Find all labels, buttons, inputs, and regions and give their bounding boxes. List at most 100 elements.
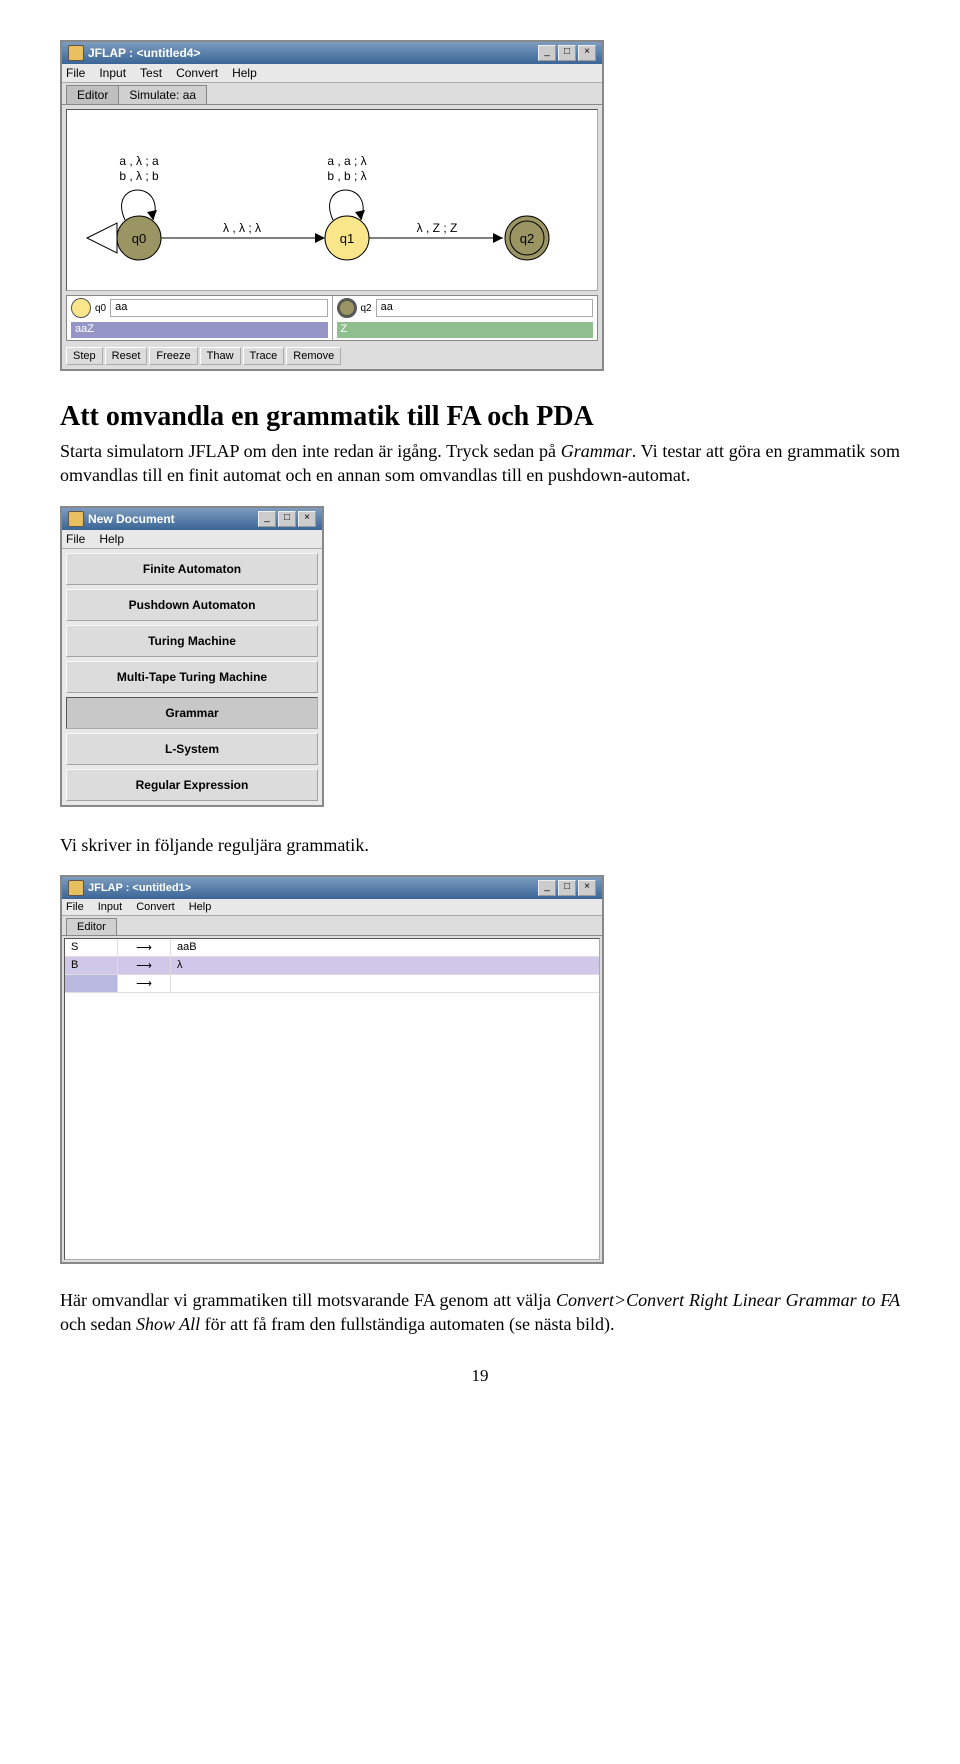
jflap-sim-window: JFLAP : <untitled4> _ □ × File Input Tes… — [60, 40, 604, 371]
menu-help[interactable]: Help — [99, 532, 124, 546]
newdoc-button-list: Finite Automaton Pushdown Automaton Turi… — [62, 549, 322, 805]
para3-d-ital: Show All — [136, 1314, 200, 1334]
page-number: 19 — [60, 1366, 900, 1386]
sim-cell-right[interactable]: q2 aa Z — [333, 296, 598, 340]
close-button[interactable]: × — [298, 511, 316, 527]
window-controls: _ □ × — [258, 511, 316, 527]
section-heading: Att omvandla en grammatik till FA och PD… — [60, 401, 900, 433]
new-document-window: New Document _ □ × File Help Finite Auto… — [60, 506, 324, 807]
window-title: JFLAP : <untitled4> — [88, 46, 534, 60]
svg-text:a , λ ; a: a , λ ; a — [119, 154, 159, 168]
menu-file[interactable]: File — [66, 901, 84, 913]
menu-convert[interactable]: Convert — [136, 901, 175, 913]
sim-button-row: Step Reset Freeze Thaw Trace Remove — [62, 343, 602, 369]
tabbar: Editor — [62, 916, 602, 936]
btn-regular-expression[interactable]: Regular Expression — [66, 769, 318, 801]
menu-file[interactable]: File — [66, 532, 85, 546]
svg-text:λ , λ ; λ: λ , λ ; λ — [223, 221, 261, 235]
maximize-button[interactable]: □ — [278, 511, 296, 527]
grammar-rhs[interactable]: λ — [171, 957, 599, 974]
paragraph-2: Vi skriver in följande reguljära grammat… — [60, 833, 900, 857]
sim-state-icon — [71, 298, 91, 318]
close-button[interactable]: × — [578, 45, 596, 61]
svg-text:b , b ; λ: b , b ; λ — [327, 169, 366, 183]
para1-b-ital: Grammar — [561, 441, 632, 461]
svg-text:b , λ ; b: b , λ ; b — [119, 169, 159, 183]
minimize-button[interactable]: _ — [538, 880, 556, 896]
sim-state-label: q2 — [361, 303, 372, 314]
freeze-button[interactable]: Freeze — [149, 347, 197, 365]
remove-button[interactable]: Remove — [286, 347, 341, 365]
window-controls: _ □ × — [538, 880, 596, 896]
grammar-rhs[interactable] — [171, 975, 599, 992]
minimize-button[interactable]: _ — [538, 45, 556, 61]
window-controls: _ □ × — [538, 45, 596, 61]
sim-state-label: q0 — [95, 303, 106, 314]
titlebar[interactable]: New Document _ □ × — [62, 508, 322, 530]
sim-stack: aaZ — [71, 322, 328, 338]
titlebar[interactable]: JFLAP : <untitled1> _ □ × — [62, 877, 602, 899]
menu-test[interactable]: Test — [140, 66, 162, 80]
btn-l-system[interactable]: L-System — [66, 733, 318, 765]
para3-e: för att få fram den fullständiga automat… — [200, 1314, 614, 1334]
para3-a: Här omvandlar vi grammatiken till motsva… — [60, 1290, 556, 1310]
para3-b-ital: Convert>Convert Right Linear Grammar to … — [556, 1290, 900, 1310]
grammar-arrow: ⟶ — [118, 957, 171, 974]
grammar-row[interactable]: B ⟶ λ — [65, 957, 599, 975]
paragraph-1: Starta simulatorn JFLAP om den inte reda… — [60, 439, 900, 488]
grammar-arrow: ⟶ — [118, 975, 171, 992]
reset-button[interactable]: Reset — [105, 347, 148, 365]
svg-text:q0: q0 — [132, 231, 146, 246]
thaw-button[interactable]: Thaw — [200, 347, 241, 365]
sim-state-icon — [337, 298, 357, 318]
sim-tape: aa — [376, 299, 593, 317]
minimize-button[interactable]: _ — [258, 511, 276, 527]
close-button[interactable]: × — [578, 880, 596, 896]
window-title: JFLAP : <untitled1> — [88, 882, 534, 894]
svg-text:a , a ; λ: a , a ; λ — [327, 154, 366, 168]
grammar-rhs[interactable]: aaB — [171, 939, 599, 956]
menu-file[interactable]: File — [66, 66, 85, 80]
automaton-canvas[interactable]: q0 a , λ ; a b , λ ; b λ , λ ; λ q1 a , … — [66, 109, 598, 291]
menubar: File Input Test Convert Help — [62, 64, 602, 83]
menu-input[interactable]: Input — [98, 901, 122, 913]
btn-grammar[interactable]: Grammar — [66, 697, 318, 729]
sim-cell-left[interactable]: q0 aa aaZ — [67, 296, 333, 340]
grammar-lhs[interactable] — [65, 975, 118, 992]
maximize-button[interactable]: □ — [558, 880, 576, 896]
titlebar[interactable]: JFLAP : <untitled4> _ □ × — [62, 42, 602, 64]
trace-button[interactable]: Trace — [243, 347, 285, 365]
svg-text:q1: q1 — [340, 231, 354, 246]
menubar: File Input Convert Help — [62, 899, 602, 916]
para1-a: Starta simulatorn JFLAP om den inte reda… — [60, 441, 561, 461]
btn-pushdown-automaton[interactable]: Pushdown Automaton — [66, 589, 318, 621]
tab-editor[interactable]: Editor — [66, 85, 119, 104]
tabbar: Editor Simulate: aa — [62, 83, 602, 105]
app-icon — [68, 880, 84, 896]
paragraph-3: Här omvandlar vi grammatiken till motsva… — [60, 1288, 900, 1337]
sim-stack: Z — [337, 322, 594, 338]
grammar-lhs[interactable]: S — [65, 939, 118, 956]
automaton-svg: q0 a , λ ; a b , λ ; b λ , λ ; λ q1 a , … — [67, 110, 597, 290]
menu-convert[interactable]: Convert — [176, 66, 218, 80]
grammar-lhs[interactable]: B — [65, 957, 118, 974]
btn-multitape-turing[interactable]: Multi-Tape Turing Machine — [66, 661, 318, 693]
sim-tape: aa — [110, 299, 327, 317]
btn-finite-automaton[interactable]: Finite Automaton — [66, 553, 318, 585]
grammar-table[interactable]: S ⟶ aaB B ⟶ λ ⟶ — [64, 938, 600, 1260]
menu-help[interactable]: Help — [189, 901, 212, 913]
menu-input[interactable]: Input — [99, 66, 126, 80]
tab-editor[interactable]: Editor — [66, 918, 117, 935]
btn-turing-machine[interactable]: Turing Machine — [66, 625, 318, 657]
para3-c: och sedan — [60, 1314, 136, 1334]
app-icon — [68, 45, 84, 61]
menu-help[interactable]: Help — [232, 66, 257, 80]
tab-simulate[interactable]: Simulate: aa — [118, 85, 207, 104]
maximize-button[interactable]: □ — [558, 45, 576, 61]
grammar-row[interactable]: ⟶ — [65, 975, 599, 993]
menubar: File Help — [62, 530, 322, 549]
jflap-grammar-window: JFLAP : <untitled1> _ □ × File Input Con… — [60, 875, 604, 1264]
grammar-row[interactable]: S ⟶ aaB — [65, 939, 599, 957]
step-button[interactable]: Step — [66, 347, 103, 365]
svg-text:λ , Z ; Z: λ , Z ; Z — [417, 221, 458, 235]
